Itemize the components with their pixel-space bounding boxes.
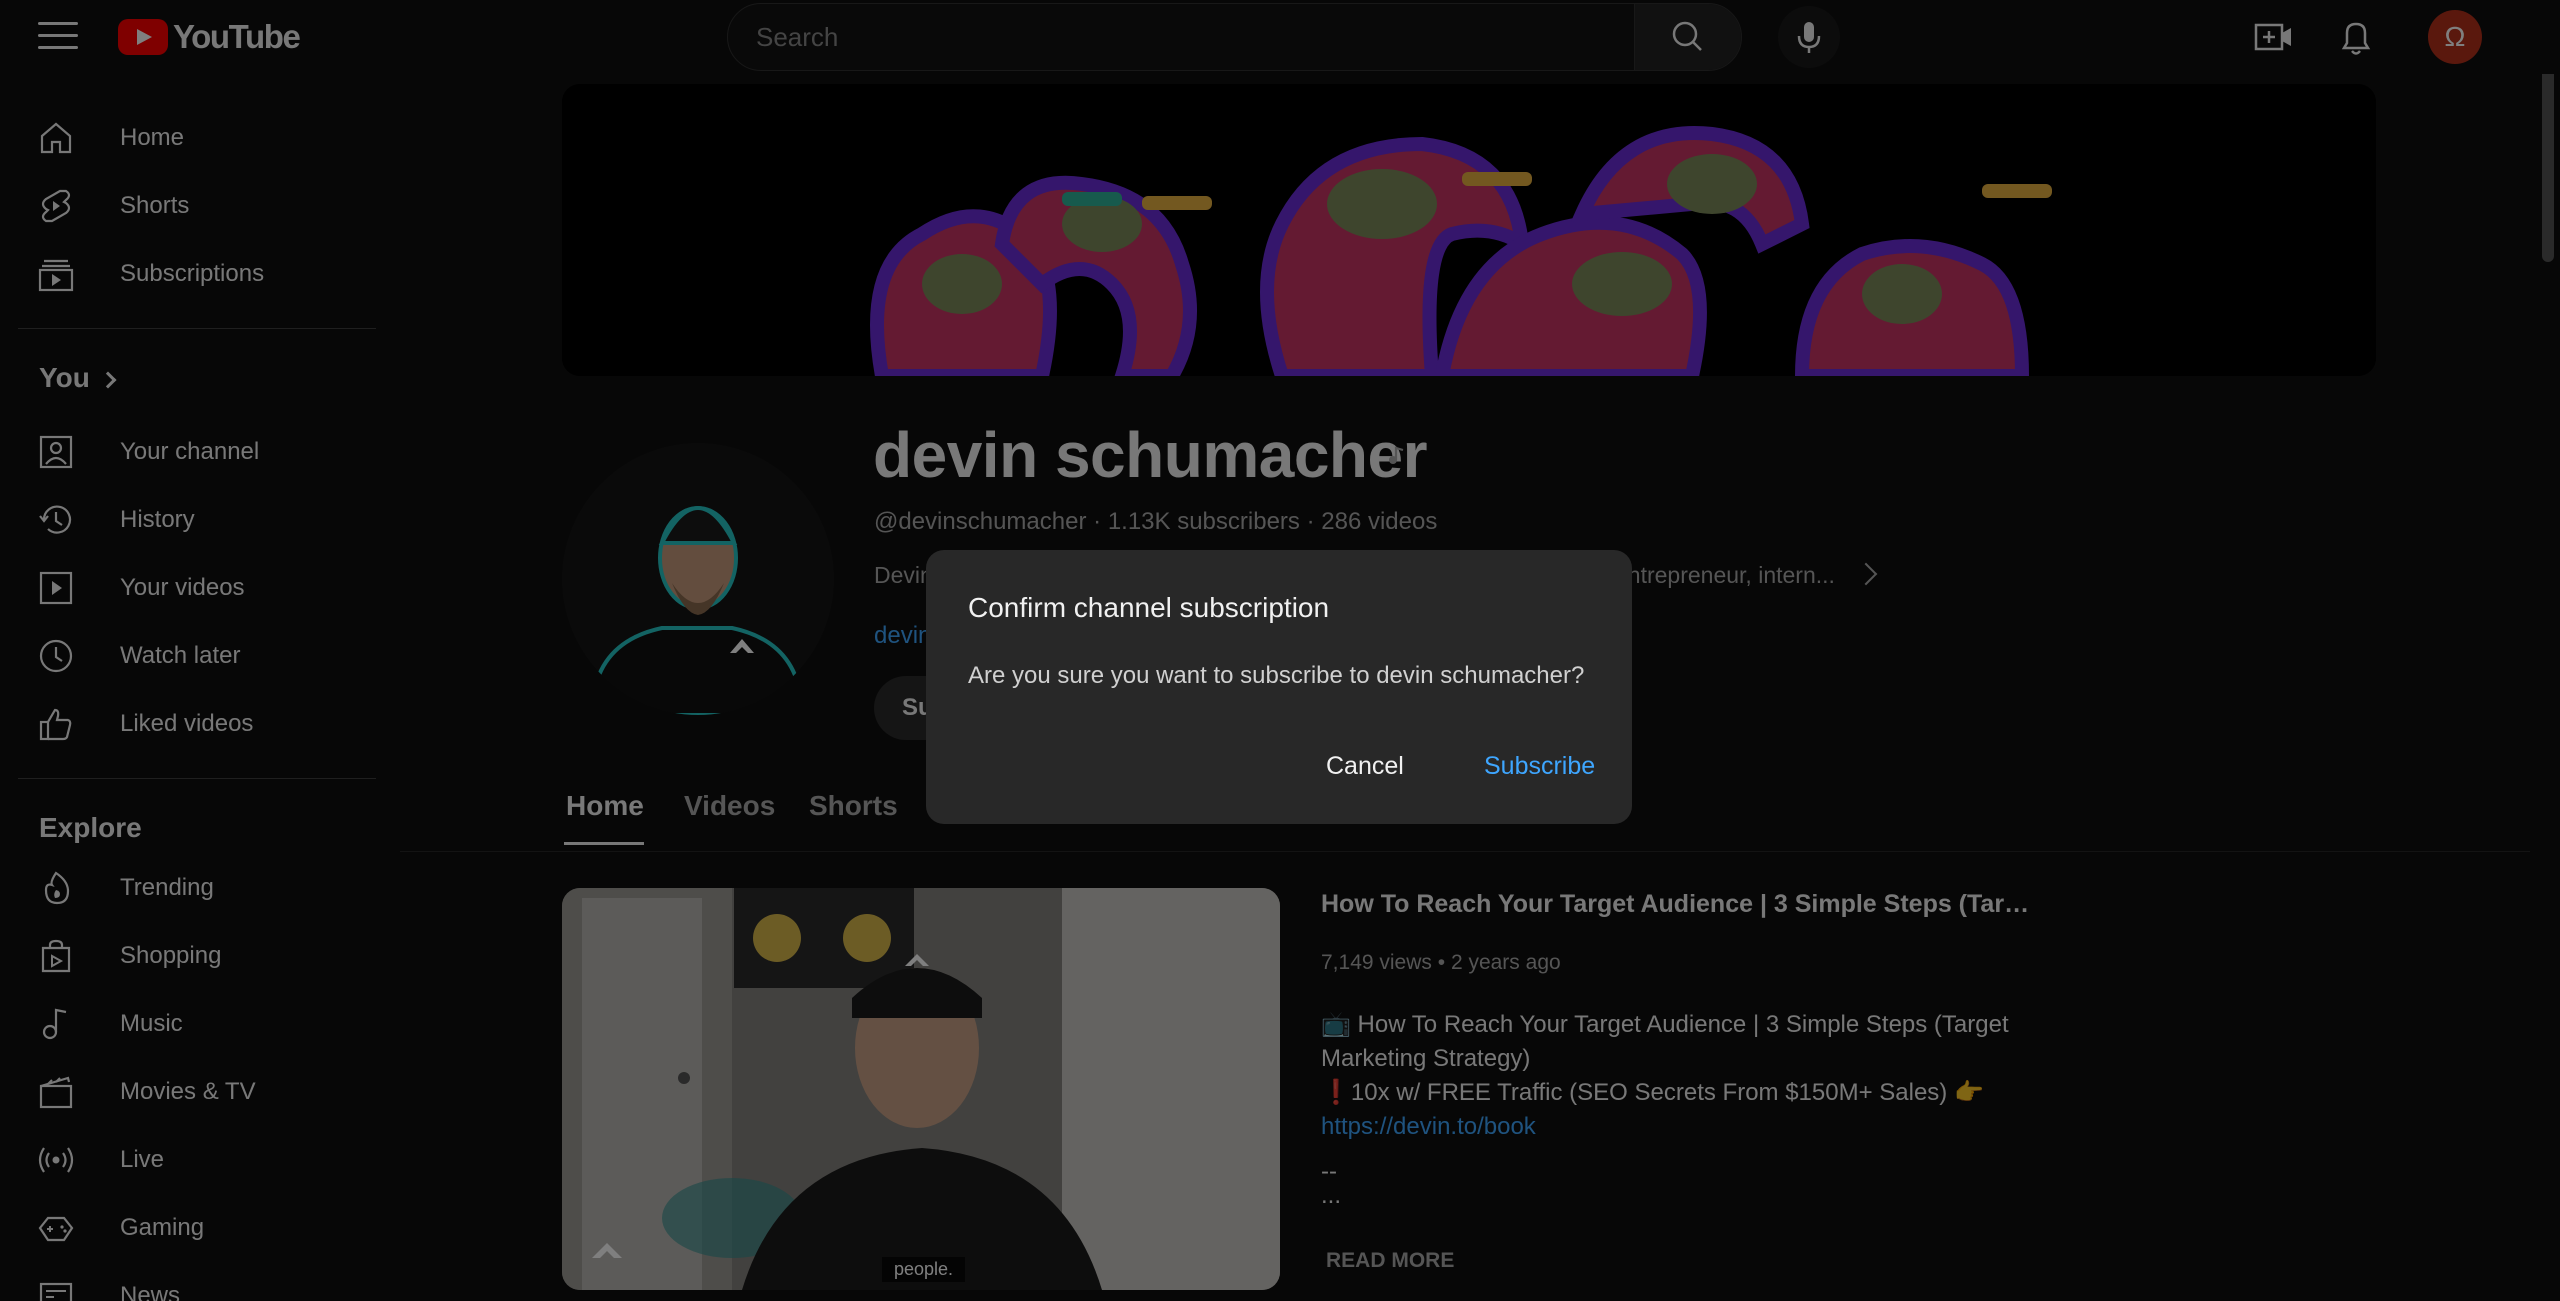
dialog-message: Are you sure you want to subscribe to de…	[968, 662, 1585, 689]
dialog-title: Confirm channel subscription	[968, 592, 1330, 623]
cancel-button[interactable]: Cancel	[1326, 752, 1404, 781]
confirm-subscription-dialog: Confirm channel subscription Are you sur…	[926, 550, 1632, 824]
confirm-subscribe-button[interactable]: Subscribe	[1484, 752, 1595, 781]
